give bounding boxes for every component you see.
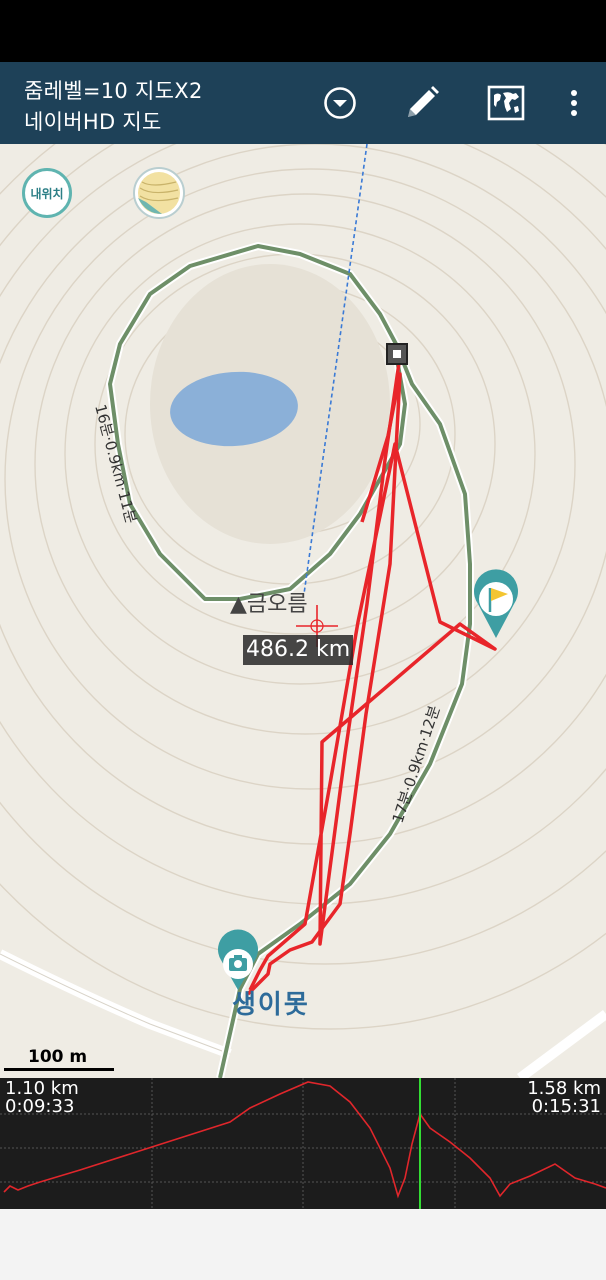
- pencil-icon: [408, 86, 439, 117]
- scale-bar: 100 m: [4, 1047, 116, 1073]
- dropdown-button[interactable]: [317, 80, 363, 126]
- distance-readout: 486.2 km: [243, 635, 354, 665]
- status-bar: [0, 0, 606, 62]
- my-location-button[interactable]: 내위치: [22, 168, 72, 218]
- zoom-level-text: 줌레벨=10 지도X2: [24, 79, 203, 103]
- world-map-icon: [487, 85, 525, 121]
- waypoint-square-inner: [393, 350, 401, 358]
- peak-label: ▲금오름: [230, 592, 308, 617]
- elevation-profile[interactable]: 1.10 km 0:09:33 1.58 km 0:15:31: [0, 1078, 606, 1209]
- map-select-button[interactable]: [483, 80, 529, 126]
- more-vert-icon: [571, 90, 577, 116]
- scale-label: 100 m: [28, 1047, 88, 1067]
- scale-bar-line: [4, 1068, 114, 1071]
- map-view[interactable]: 16분·0.9km·11분 17분·0.9km·12분 내위치 ▲금오름 486…: [0, 144, 606, 1078]
- overflow-menu-button[interactable]: [551, 80, 597, 126]
- flag-pin-icon[interactable]: [474, 569, 519, 638]
- profile-grid: [0, 1078, 606, 1209]
- dropdown-circle-icon: [324, 87, 356, 119]
- layer-icon: [133, 167, 185, 219]
- pond-label: 생이못: [232, 990, 310, 1020]
- elevation-curve: [3, 1081, 606, 1199]
- road-right: [517, 1009, 606, 1078]
- profile-right-time: 0:15:31: [531, 1096, 601, 1117]
- my-location-label: 내위치: [30, 186, 64, 201]
- app-bar: 줌레벨=10 지도X2 네이버HD 지도: [0, 62, 606, 144]
- elevation-chart: [0, 1078, 606, 1209]
- trail-time-label-right: 17분·0.9km·12분: [389, 703, 444, 825]
- camera-pin-icon[interactable]: [218, 929, 258, 990]
- layer-button[interactable]: [132, 166, 186, 220]
- bottom-blank-area: [0, 1209, 606, 1280]
- draw-button[interactable]: [399, 80, 445, 126]
- road: [0, 949, 232, 1059]
- map-source-text[interactable]: 네이버HD 지도: [24, 106, 162, 136]
- profile-left-time: 0:09:33: [5, 1096, 75, 1117]
